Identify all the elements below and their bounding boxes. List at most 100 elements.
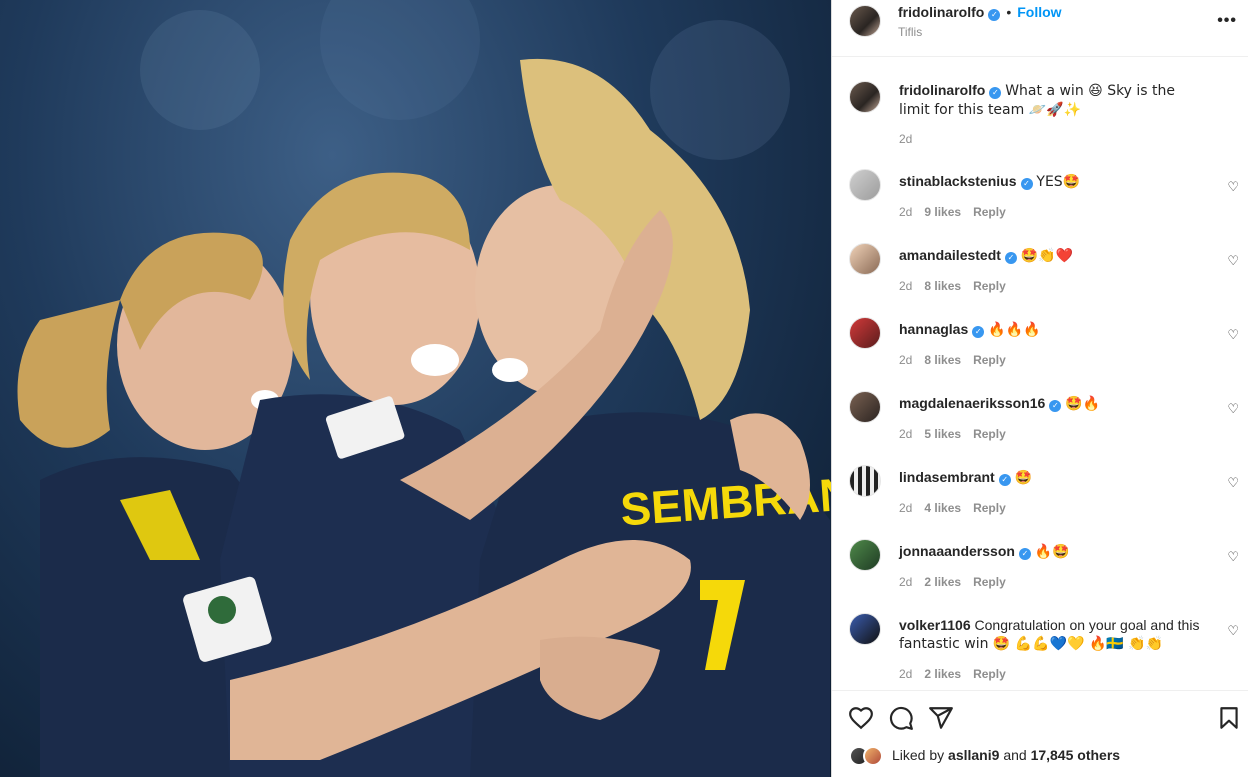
comment-icon[interactable]	[888, 705, 914, 731]
comment-item: lindasembrant ✓ 🤩 2d 4 likes Reply ♡	[832, 459, 1248, 533]
comment-username[interactable]: amandailestedt	[899, 247, 1001, 263]
commenter-avatar[interactable]	[849, 317, 881, 349]
comment-username[interactable]: hannaglas	[899, 321, 968, 337]
comment-like-heart-icon[interactable]: ♡	[1227, 549, 1239, 565]
comment-body: volker1106 Congratulation on your goal a…	[899, 616, 1209, 653]
commenter-avatar[interactable]	[849, 539, 881, 571]
comment-item: jonnaaandersson ✓ 🔥🤩 2d 2 likes Reply ♡	[832, 533, 1248, 607]
reply-button[interactable]: Reply	[973, 575, 1006, 589]
comment-likes[interactable]: 8 likes	[924, 353, 961, 367]
comment-like-heart-icon[interactable]: ♡	[1227, 623, 1239, 639]
reply-button[interactable]: Reply	[973, 667, 1006, 681]
comment-like-heart-icon[interactable]: ♡	[1227, 475, 1239, 491]
comment-username[interactable]: volker1106	[899, 617, 971, 633]
comment-body: magdalenaeriksson16 ✓ 🤩🔥	[899, 394, 1209, 413]
liked-by-prefix: Liked by	[892, 747, 945, 763]
liked-by-count[interactable]: 17,845 others	[1031, 747, 1121, 763]
comment-body: lindasembrant ✓ 🤩	[899, 468, 1209, 487]
bookmark-icon[interactable]	[1216, 705, 1242, 731]
liked-by-text: Liked by asllani9 and 17,845 others	[892, 747, 1120, 763]
comment-meta: 2d 8 likes Reply	[899, 353, 1018, 367]
commenter-avatar[interactable]	[849, 243, 881, 275]
comment-time[interactable]: 2d	[899, 427, 912, 441]
comment-username[interactable]: lindasembrant	[899, 469, 995, 485]
comment-likes[interactable]: 4 likes	[924, 501, 961, 515]
caption-time[interactable]: 2d	[899, 132, 912, 146]
heart-icon[interactable]	[848, 705, 874, 731]
comment-likes[interactable]: 5 likes	[924, 427, 961, 441]
commenter-avatar[interactable]	[849, 613, 881, 645]
comments-list[interactable]: fridolinarolfo ✓ What a win 😆 Sky is the …	[832, 57, 1248, 690]
more-options-icon[interactable]: •••	[1217, 12, 1237, 30]
verified-badge-icon: ✓	[972, 326, 985, 338]
post-location[interactable]: Tiflis	[898, 25, 922, 39]
caption-text-line: fridolinarolfo ✓ What a win 😆 Sky is the …	[899, 81, 1209, 119]
reply-button[interactable]: Reply	[973, 501, 1006, 515]
comment-like-heart-icon[interactable]: ♡	[1227, 253, 1239, 269]
verified-badge-icon: ✓	[988, 9, 1001, 21]
comment-text: 🤩🔥	[1065, 396, 1101, 412]
reply-button[interactable]: Reply	[973, 279, 1006, 293]
verified-badge-icon: ✓	[989, 87, 1002, 99]
comment-item: hannaglas ✓ 🔥🔥🔥 2d 8 likes Reply ♡	[832, 311, 1248, 385]
comment-item: magdalenaeriksson16 ✓ 🤩🔥 2d 5 likes Reply ♡	[832, 385, 1248, 459]
liked-by-user[interactable]: asllani9	[948, 747, 999, 763]
comment-time[interactable]: 2d	[899, 501, 912, 515]
commenter-avatar[interactable]	[849, 391, 881, 423]
comment-like-heart-icon[interactable]: ♡	[1227, 327, 1239, 343]
comment-time[interactable]: 2d	[899, 575, 912, 589]
verified-badge-icon: ✓	[1049, 400, 1062, 412]
comment-likes[interactable]: 2 likes	[924, 667, 961, 681]
comment-time[interactable]: 2d	[899, 279, 912, 293]
comment-meta: 2d 9 likes Reply	[899, 205, 1018, 219]
comment-item: amandailestedt ✓ 🤩👏❤️ 2d 8 likes Reply ♡	[832, 237, 1248, 311]
comment-body: jonnaaandersson ✓ 🔥🤩	[899, 542, 1209, 561]
separator-dot: •	[1006, 4, 1012, 20]
comment-time[interactable]: 2d	[899, 205, 912, 219]
comment-body: stinablackstenius ✓ YES🤩	[899, 172, 1209, 191]
comment-text: 🔥🔥🔥	[988, 322, 1041, 338]
caption-avatar[interactable]	[849, 81, 881, 113]
author-username[interactable]: fridolinarolfo	[898, 4, 984, 20]
comment-time[interactable]: 2d	[899, 667, 912, 681]
comment-meta: 2d 4 likes Reply	[899, 501, 1018, 515]
comment-item: stinablackstenius ✓ YES🤩 2d 9 likes Reply ♡	[832, 163, 1248, 237]
comment-meta: 2d 2 likes Reply	[899, 575, 1018, 589]
share-icon[interactable]	[928, 705, 954, 731]
follow-button[interactable]: Follow	[1017, 4, 1061, 20]
verified-badge-icon: ✓	[1018, 548, 1031, 560]
comment-meta: 2d 5 likes Reply	[899, 427, 1018, 441]
post-actions: Liked by asllani9 and 17,845 others	[832, 690, 1248, 777]
verified-badge-icon: ✓	[998, 474, 1011, 486]
author-avatar[interactable]	[849, 5, 881, 37]
comment-time[interactable]: 2d	[899, 353, 912, 367]
comment-item: volker1106 Congratulation on your goal a…	[832, 607, 1248, 690]
author-line: fridolinarolfo ✓ • Follow	[898, 4, 1062, 21]
commenter-avatar[interactable]	[849, 465, 881, 497]
liker-avatar[interactable]	[863, 746, 883, 766]
reply-button[interactable]: Reply	[973, 353, 1006, 367]
reply-button[interactable]: Reply	[973, 427, 1006, 441]
comment-likes[interactable]: 9 likes	[924, 205, 961, 219]
verified-badge-icon: ✓	[1020, 178, 1033, 190]
celebration-photo: SEMBRANT	[17, 0, 831, 777]
liked-by-suffix: and	[1003, 747, 1027, 763]
caption-meta: 2d	[899, 132, 924, 146]
verified-badge-icon: ✓	[1004, 252, 1017, 264]
commenter-avatar[interactable]	[849, 169, 881, 201]
comment-text-line1: Congratulation on your goal and this	[974, 617, 1200, 633]
comment-username[interactable]: jonnaaandersson	[899, 543, 1015, 559]
post-sidebar: fridolinarolfo ✓ • Follow Tiflis ••• fridol…	[831, 0, 1248, 777]
comment-likes[interactable]: 2 likes	[924, 575, 961, 589]
post-image[interactable]: SEMBRANT	[0, 0, 831, 777]
comment-meta: 2d 2 likes Reply	[899, 667, 1018, 681]
comment-text: YES🤩	[1036, 174, 1081, 190]
comment-username[interactable]: magdalenaeriksson16	[899, 395, 1045, 411]
comment-like-heart-icon[interactable]: ♡	[1227, 401, 1239, 417]
caption-username[interactable]: fridolinarolfo	[899, 82, 985, 98]
reply-button[interactable]: Reply	[973, 205, 1006, 219]
comment-like-heart-icon[interactable]: ♡	[1227, 179, 1239, 195]
comment-text: 🤩	[1014, 470, 1033, 486]
comment-likes[interactable]: 8 likes	[924, 279, 961, 293]
comment-username[interactable]: stinablackstenius	[899, 173, 1017, 189]
